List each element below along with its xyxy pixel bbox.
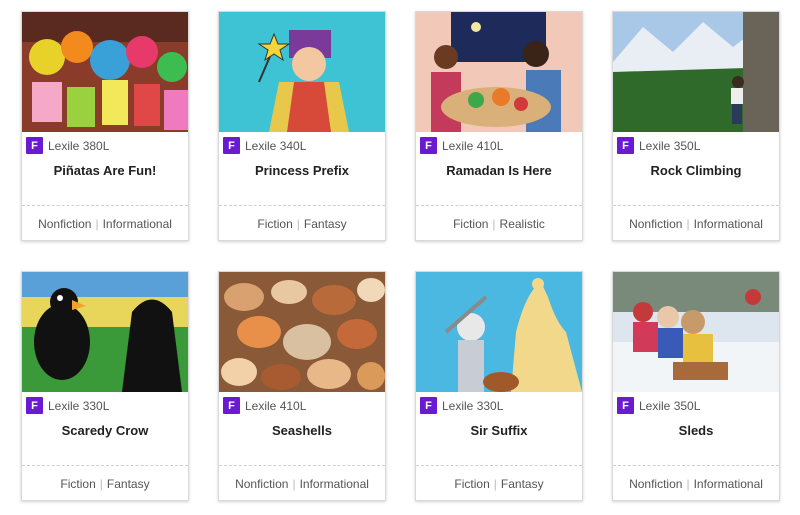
book-cover-image[interactable] xyxy=(416,272,582,392)
book-tags: Fiction | Fantasy xyxy=(219,217,385,231)
card-divider xyxy=(219,465,385,466)
genre-tag: Fiction xyxy=(454,477,490,491)
reading-level: F Lexile 340L xyxy=(223,137,306,154)
subgenre-tag: Informational xyxy=(693,217,763,231)
subgenre-tag: Fantasy xyxy=(500,477,544,491)
card-divider xyxy=(416,465,582,466)
book-tags: Fiction | Realistic xyxy=(416,217,582,231)
book-card-ramadan[interactable]: F Lexile 410L Ramadan Is Here Fiction | Re… xyxy=(415,11,583,241)
book-card-pinatas[interactable]: F Lexile 380L Piñatas Are Fun! Nonfictio… xyxy=(21,11,189,241)
tag-separator: | xyxy=(686,217,690,231)
book-title[interactable]: Princess Prefix xyxy=(219,163,385,178)
lexile-score: Lexile 380L xyxy=(48,138,110,153)
book-card-scaredy-crow[interactable]: F Lexile 330L Scaredy Crow Fiction | Fanta… xyxy=(21,271,189,501)
tag-separator: | xyxy=(493,477,497,491)
lexile-score: Lexile 410L xyxy=(442,138,504,153)
tag-separator: | xyxy=(492,217,496,231)
level-badge: F xyxy=(26,397,43,414)
card-divider xyxy=(22,465,188,466)
tag-separator: | xyxy=(292,477,296,491)
book-title[interactable]: Piñatas Are Fun! xyxy=(22,163,188,178)
tag-separator: | xyxy=(99,477,103,491)
book-title[interactable]: Seashells xyxy=(219,423,385,438)
book-card-sleds[interactable]: F Lexile 350L Sleds Nonfiction | Informati… xyxy=(612,271,780,501)
book-title[interactable]: Scaredy Crow xyxy=(22,423,188,438)
reading-level: F Lexile 410L xyxy=(420,137,503,154)
genre-tag: Nonfiction xyxy=(629,217,683,231)
book-cover-image[interactable] xyxy=(22,272,188,392)
lexile-score: Lexile 350L xyxy=(639,398,701,413)
card-divider xyxy=(613,205,779,206)
reading-level: F Lexile 410L xyxy=(223,397,306,414)
book-card-princess-prefix[interactable]: F Lexile 340L Princess Prefix Fiction | Fa… xyxy=(218,11,386,241)
reading-level: F Lexile 330L xyxy=(26,397,109,414)
book-cover-image[interactable] xyxy=(22,12,188,132)
subgenre-tag: Realistic xyxy=(499,217,545,231)
book-cover-image[interactable] xyxy=(416,12,582,132)
subgenre-tag: Informational xyxy=(102,217,172,231)
tag-separator: | xyxy=(296,217,300,231)
card-divider xyxy=(613,465,779,466)
book-card-sir-suffix[interactable]: F Lexile 330L Sir Suffix Fiction | Fantasy xyxy=(415,271,583,501)
genre-tag: Fiction xyxy=(257,217,293,231)
card-divider xyxy=(219,205,385,206)
level-badge: F xyxy=(420,397,437,414)
book-card-seashells[interactable]: F Lexile 410L Seashells Nonfiction | Infor… xyxy=(218,271,386,501)
card-divider xyxy=(22,205,188,206)
book-tags: Nonfiction | Informational xyxy=(613,477,779,491)
reading-level: F Lexile 350L xyxy=(617,397,700,414)
genre-tag: Fiction xyxy=(60,477,96,491)
reading-level: F Lexile 380L xyxy=(26,137,109,154)
book-tags: Nonfiction | Informational xyxy=(22,217,188,231)
level-badge: F xyxy=(223,397,240,414)
subgenre-tag: Fantasy xyxy=(303,217,347,231)
tag-separator: | xyxy=(95,217,99,231)
book-cover-image[interactable] xyxy=(219,272,385,392)
level-badge: F xyxy=(26,137,43,154)
subgenre-tag: Informational xyxy=(299,477,369,491)
lexile-score: Lexile 330L xyxy=(442,398,504,413)
book-tags: Fiction | Fantasy xyxy=(22,477,188,491)
book-cover-image[interactable] xyxy=(613,12,779,132)
book-cover-image[interactable] xyxy=(219,12,385,132)
book-cover-image[interactable] xyxy=(613,272,779,392)
subgenre-tag: Informational xyxy=(693,477,763,491)
card-divider xyxy=(416,205,582,206)
genre-tag: Nonfiction xyxy=(38,217,92,231)
level-badge: F xyxy=(617,137,634,154)
book-tags: Fiction | Fantasy xyxy=(416,477,582,491)
subgenre-tag: Fantasy xyxy=(106,477,150,491)
level-badge: F xyxy=(617,397,634,414)
level-badge: F xyxy=(223,137,240,154)
lexile-score: Lexile 350L xyxy=(639,138,701,153)
genre-tag: Nonfiction xyxy=(235,477,289,491)
book-title[interactable]: Rock Climbing xyxy=(613,163,779,178)
lexile-score: Lexile 340L xyxy=(245,138,307,153)
book-tags: Nonfiction | Informational xyxy=(219,477,385,491)
book-title[interactable]: Ramadan Is Here xyxy=(416,163,582,178)
level-badge: F xyxy=(420,137,437,154)
lexile-score: Lexile 410L xyxy=(245,398,307,413)
genre-tag: Fiction xyxy=(453,217,489,231)
book-title[interactable]: Sir Suffix xyxy=(416,423,582,438)
reading-level: F Lexile 330L xyxy=(420,397,503,414)
book-card-rock-climbing[interactable]: F Lexile 350L Rock Climbing Nonfiction | I… xyxy=(612,11,780,241)
reading-level: F Lexile 350L xyxy=(617,137,700,154)
book-title[interactable]: Sleds xyxy=(613,423,779,438)
book-tags: Nonfiction | Informational xyxy=(613,217,779,231)
genre-tag: Nonfiction xyxy=(629,477,683,491)
lexile-score: Lexile 330L xyxy=(48,398,110,413)
tag-separator: | xyxy=(686,477,690,491)
